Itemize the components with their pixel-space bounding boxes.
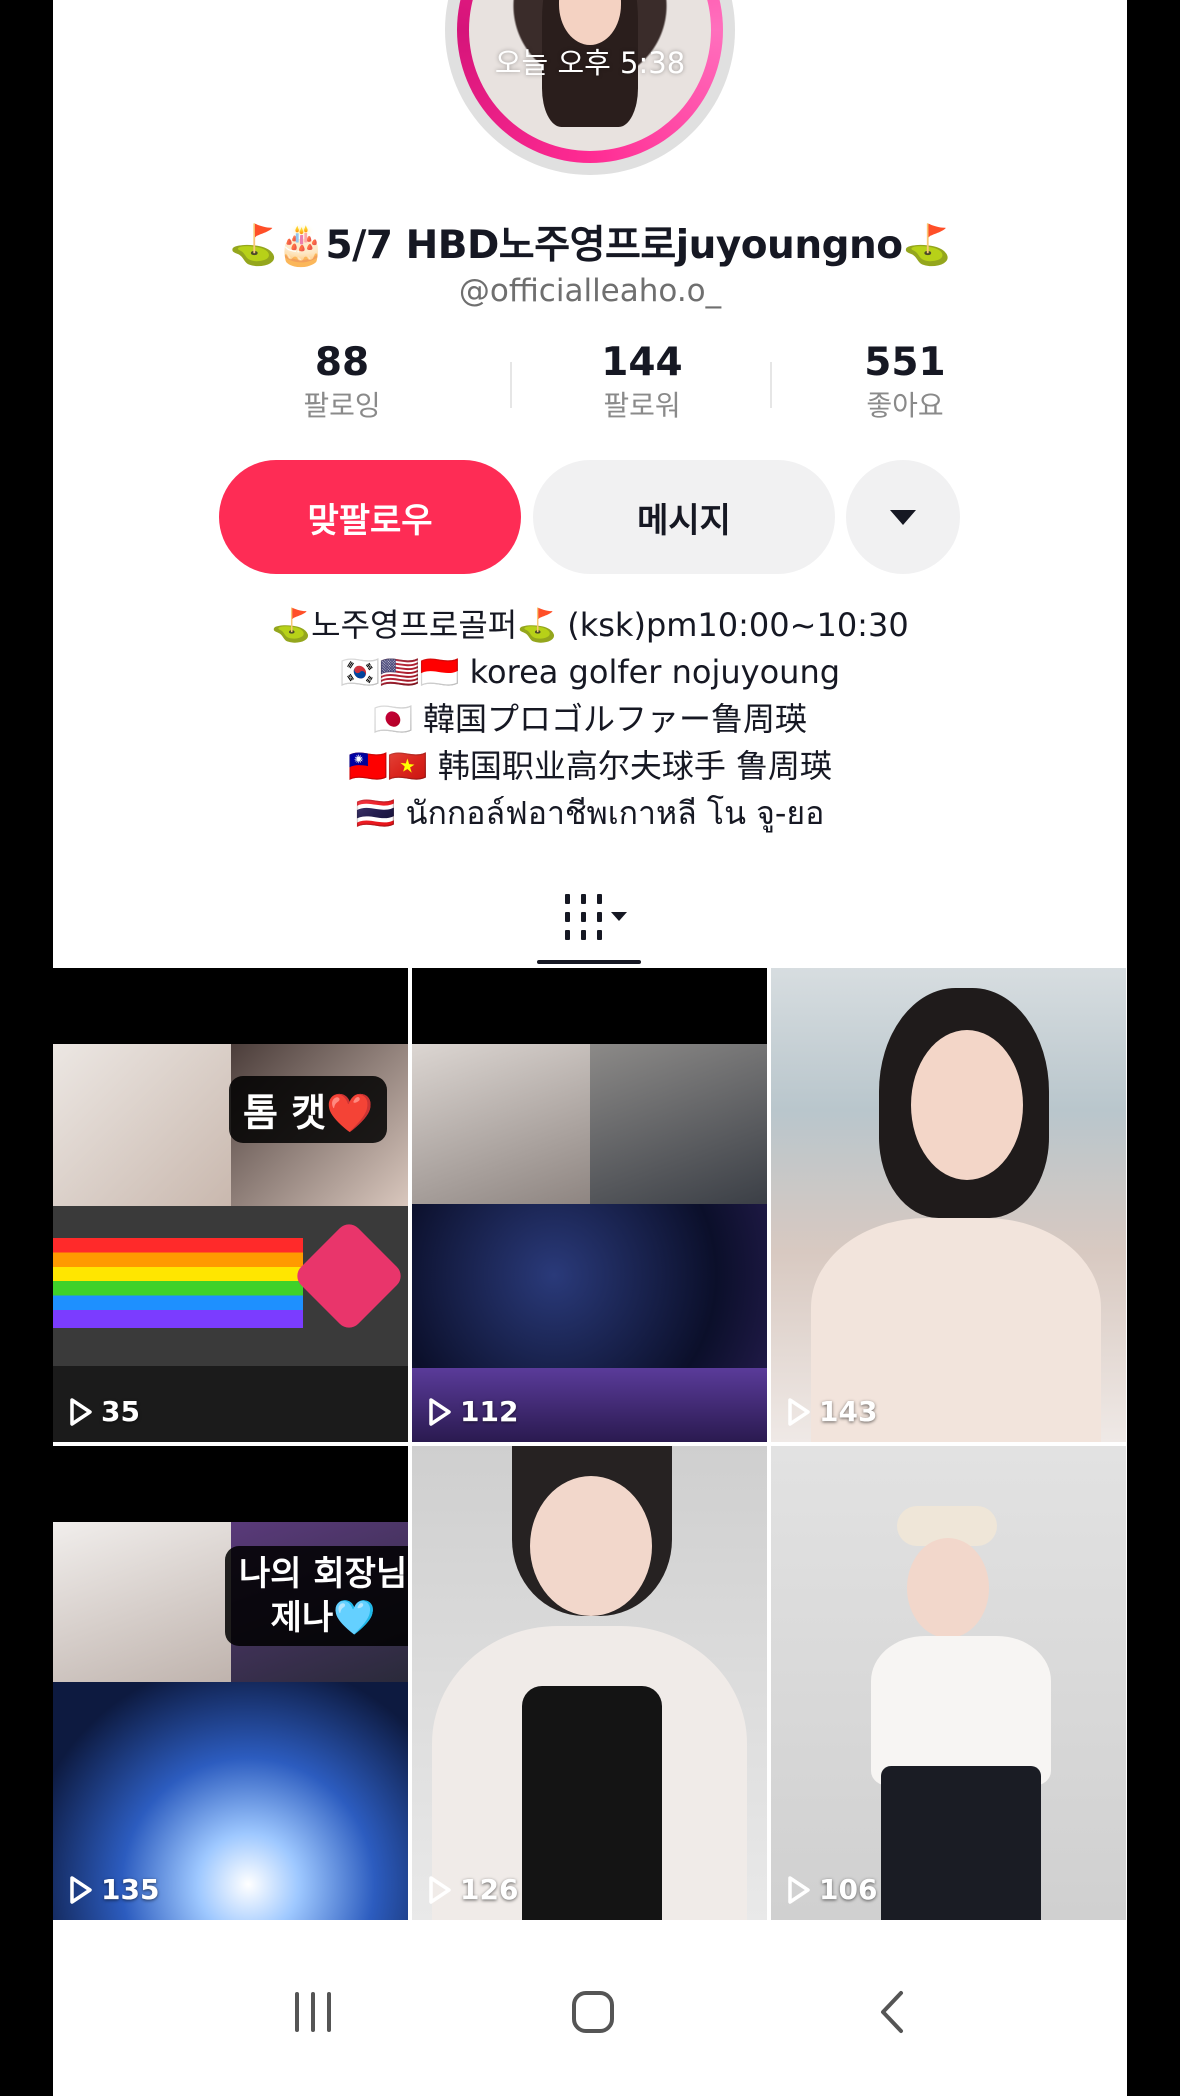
video-tile[interactable]: 112 [412, 968, 767, 1442]
report-button[interactable] [1053, 0, 1127, 48]
video-thumbnail [412, 968, 767, 1442]
stat-followers[interactable]: 144 팔로워 [527, 340, 757, 426]
home-icon [572, 1991, 614, 2033]
view-count: 143 [787, 1395, 877, 1428]
top-bar [53, 0, 1127, 70]
video-thumbnail [53, 1446, 408, 1920]
video-tile[interactable]: 106 [771, 1446, 1126, 1920]
system-nav-bar [53, 1924, 1127, 2096]
play-icon [70, 1875, 92, 1904]
video-grid: 톰 캣❤️ 35 112 143 나의 회장님 제나🩵 135 126 106 [53, 968, 1127, 1924]
view-count-value: 106 [819, 1873, 878, 1906]
profile-stats: 88 팔로잉 144 팔로워 551 좋아요 [227, 340, 1017, 440]
stat-following[interactable]: 88 팔로잉 [227, 340, 457, 426]
content-tabs [53, 878, 1127, 968]
bio-line: 🇯🇵 韓国プロゴルファー鲁周瑛 [372, 700, 808, 738]
view-count-value: 112 [460, 1395, 519, 1428]
view-count: 106 [787, 1873, 877, 1906]
view-count-value: 35 [101, 1395, 140, 1428]
stat-likes[interactable]: 551 좋아요 [790, 340, 1020, 426]
video-tile[interactable]: 126 [412, 1446, 767, 1920]
video-overlay-text: 톰 캣❤️ [229, 1076, 388, 1143]
stat-value: 88 [314, 340, 370, 385]
play-icon [429, 1397, 451, 1426]
view-count-value: 143 [819, 1395, 878, 1428]
play-icon [70, 1397, 92, 1426]
system-back-button[interactable] [853, 1982, 933, 2042]
stat-value: 551 [864, 340, 946, 385]
share-button[interactable] [921, 0, 991, 48]
tab-active-indicator [537, 960, 641, 964]
video-thumbnail [771, 968, 1126, 1442]
stat-label: 팔로워 [603, 389, 681, 422]
view-count-value: 126 [460, 1873, 519, 1906]
share-arrow-icon [927, 0, 989, 46]
stat-value: 144 [601, 340, 683, 385]
stat-divider [770, 362, 772, 408]
chevron-left-icon [56, 0, 82, 41]
video-thumbnail [771, 1446, 1126, 1920]
view-count: 35 [69, 1395, 140, 1428]
back-button[interactable] [53, 0, 93, 44]
video-grid-icon [565, 894, 627, 940]
bio: ⛳노주영프로골퍼⛳ (ksk)pm10:00~10:30 🇰🇷🇺🇸🇮🇩 kore… [53, 602, 1127, 837]
view-count: 112 [428, 1395, 518, 1428]
bio-line: ⛳노주영프로골퍼⛳ (ksk)pm10:00~10:30 [271, 606, 909, 644]
stat-label: 좋아요 [866, 389, 944, 422]
more-options-button[interactable] [846, 460, 960, 574]
report-flag-icon [1067, 2, 1111, 46]
back-icon [881, 1991, 903, 2033]
bio-line: 🇹🇼🇻🇳 韩国职业高尔夫球手 鲁周瑛 [347, 747, 833, 785]
display-name: ⛳🎂5/7 HBD노주영프로juyoungno⛳ [229, 223, 951, 268]
video-tile[interactable]: 나의 회장님 제나🩵 135 [53, 1446, 408, 1920]
view-count: 126 [428, 1873, 518, 1906]
caret-down-icon [890, 509, 916, 525]
view-count: 135 [69, 1873, 159, 1906]
recent-apps-button[interactable] [273, 1982, 353, 2042]
profile-screen: 오늘 오후 5:38 ⛳🎂5/7 HBD노주영프로juyoungno⛳ @off… [53, 0, 1127, 2096]
stat-label: 팔로잉 [303, 389, 381, 422]
bio-line: 🇰🇷🇺🇸🇮🇩 korea golfer nojuyoung [339, 653, 841, 691]
follow-back-button[interactable]: 맞팔로우 [219, 460, 521, 574]
video-tile[interactable]: 톰 캣❤️ 35 [53, 968, 408, 1442]
home-button[interactable] [553, 1982, 633, 2042]
play-icon [788, 1875, 810, 1904]
video-tile[interactable]: 143 [771, 968, 1126, 1442]
play-icon [429, 1875, 451, 1904]
recent-apps-icon [295, 1992, 331, 2032]
video-thumbnail [412, 1446, 767, 1920]
message-button[interactable]: 메시지 [533, 460, 835, 574]
video-overlay-text: 나의 회장님 제나🩵 [225, 1546, 408, 1646]
view-count-value: 135 [101, 1873, 160, 1906]
tab-videos[interactable] [561, 890, 631, 944]
username-handle: @officialleaho.o_ [458, 273, 722, 309]
video-thumbnail [53, 968, 408, 1442]
play-icon [788, 1397, 810, 1426]
bio-line: 🇹🇭 นักกอล์ฟอาชีพเกาหลี โน จู-ยอ [355, 794, 825, 832]
stat-divider [510, 362, 512, 408]
